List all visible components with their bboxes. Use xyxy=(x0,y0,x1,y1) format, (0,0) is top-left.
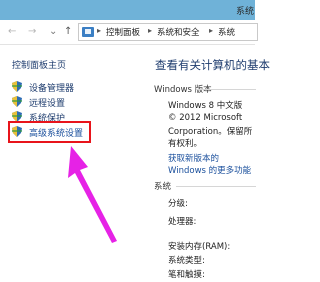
copyright-line: 有权利。 xyxy=(168,139,203,149)
pen-touch-label: 笔和触摸: xyxy=(168,270,205,280)
system-type-label: 系统类型: xyxy=(168,256,205,266)
windows-edition-value: Windows 8 中文版 xyxy=(168,101,243,111)
copyright-line: Corporation。保留所 xyxy=(168,127,253,137)
copyright-line: © 2012 Microsoft xyxy=(168,113,243,123)
system-rating-label: 分级: xyxy=(168,199,188,209)
processor-label: 处理器: xyxy=(168,217,197,227)
section-heading-system: 系统 xyxy=(154,182,172,192)
get-more-features-link[interactable]: 获取新版本的 xyxy=(168,152,219,164)
installed-memory-label: 安装内存(RAM): xyxy=(168,242,231,252)
divider xyxy=(176,186,256,187)
divider xyxy=(196,89,256,90)
page-title: 查看有关计算机的基本 xyxy=(155,58,270,72)
get-more-features-link[interactable]: Windows 的更多功能 xyxy=(168,164,251,176)
